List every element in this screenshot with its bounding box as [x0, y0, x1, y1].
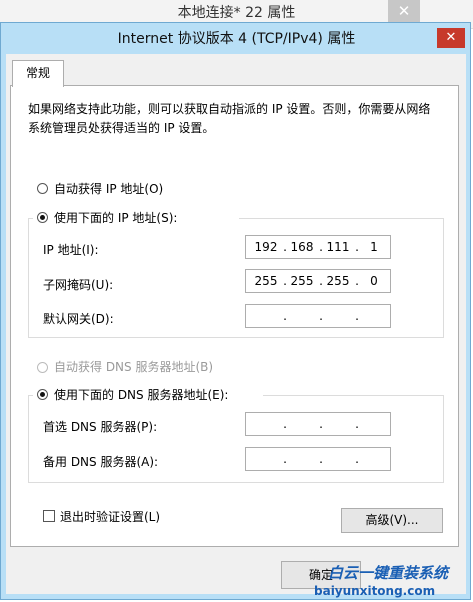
validate-label[interactable]: 退出时验证设置(L): [60, 508, 160, 525]
dialog-title: Internet 协议版本 4 (TCP/IPv4) 属性: [117, 31, 356, 47]
octet: 255: [290, 274, 314, 288]
gateway-label: 默认网关(D):: [43, 312, 114, 326]
ip-address-label: IP 地址(I):: [43, 243, 99, 257]
octet: 0: [370, 274, 378, 288]
background-close-button[interactable]: ✕: [388, 0, 420, 22]
alternate-dns-field[interactable]: . . .: [245, 447, 391, 471]
watermark-line2: baiyunxitong.com: [314, 584, 436, 598]
manual-dns-radio[interactable]: [37, 389, 48, 400]
ip-address-field[interactable]: 192. 168. 111. 1: [245, 235, 391, 259]
manual-dns-label[interactable]: 使用下面的 DNS 服务器地址(E):: [54, 386, 228, 403]
auto-dns-radio: [37, 362, 48, 373]
auto-dns-label: 自动获得 DNS 服务器地址(B): [54, 360, 214, 374]
octet: 255: [254, 274, 278, 288]
description-text: 如果网络支持此功能，则可以获取自动指派的 IP 设置。否则，你需要从网络系统管理…: [28, 102, 431, 135]
advanced-button[interactable]: 高级(V)...: [341, 508, 443, 533]
validate-checkbox[interactable]: [43, 510, 55, 522]
watermark: 白云一键重装系统 baiyunxitong.com: [308, 560, 473, 602]
manual-ip-label[interactable]: 使用下面的 IP 地址(S):: [54, 209, 177, 226]
subnet-mask-label: 子网掩码(U):: [43, 278, 114, 292]
gateway-field[interactable]: . . .: [245, 304, 391, 328]
octet: 255: [326, 274, 350, 288]
tab-general[interactable]: 常规: [12, 60, 64, 87]
watermark-line1: 白云一键重装系统: [328, 564, 449, 582]
dialog-close-button[interactable]: ✕: [437, 28, 465, 48]
octet: 111: [326, 240, 350, 254]
alternate-dns-label: 备用 DNS 服务器(A):: [43, 455, 159, 469]
subnet-mask-field[interactable]: 255. 255. 255. 0: [245, 269, 391, 293]
preferred-dns-label: 首选 DNS 服务器(P):: [43, 420, 158, 434]
manual-ip-radio[interactable]: [37, 212, 48, 223]
preferred-dns-field[interactable]: . . .: [245, 412, 391, 436]
auto-ip-label[interactable]: 自动获得 IP 地址(O): [54, 180, 163, 197]
octet: 168: [290, 240, 314, 254]
octet: 192: [254, 240, 278, 254]
octet: 1: [370, 240, 378, 254]
auto-ip-radio[interactable]: [37, 183, 48, 194]
